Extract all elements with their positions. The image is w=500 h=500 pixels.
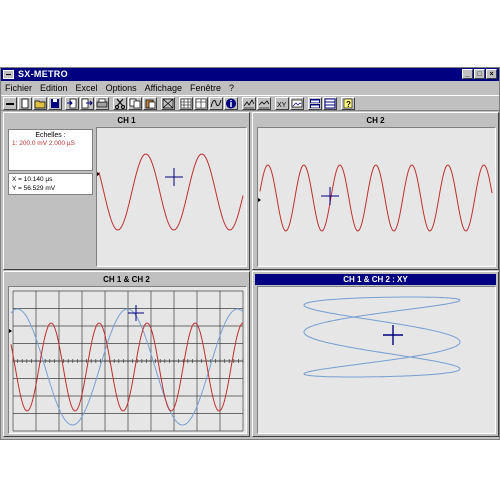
pane-ch2-title: CH 2	[366, 116, 385, 125]
cursor-readout-box: X = 10.140 µs Y = 56.529 mV	[8, 173, 93, 195]
menu-edition[interactable]: Edition	[36, 82, 72, 94]
toolbar: XY ?	[1, 95, 499, 111]
scope-xy[interactable]	[257, 286, 496, 434]
scope-ch1-ch2[interactable]	[8, 286, 247, 434]
title-bar: SX-METRO _ □ ×	[1, 68, 499, 81]
svg-text:XY: XY	[277, 102, 287, 109]
copy-icon[interactable]	[128, 97, 142, 110]
ch2-waveform-overlay	[10, 308, 244, 426]
scope-xy-svg[interactable]	[258, 287, 497, 435]
info-icon[interactable]	[224, 97, 238, 110]
menu-fenetre[interactable]: Fenêtre	[186, 82, 225, 94]
app-window: SX-METRO _ □ × Fichier Edition Excel Opt…	[0, 67, 500, 440]
scope-ch1-ch2-svg[interactable]	[9, 287, 248, 435]
system-menu-icon[interactable]	[3, 70, 14, 79]
scope-ch2-svg[interactable]	[258, 128, 497, 268]
window-title: SX-METRO	[18, 69, 68, 79]
scope-ch1-svg[interactable]	[97, 128, 248, 268]
wave-a-icon[interactable]	[242, 97, 256, 110]
trigger-marker-ch2[interactable]	[258, 198, 261, 202]
tile-v-icon[interactable]	[323, 97, 337, 110]
table-icon[interactable]	[194, 97, 208, 110]
pane-ch1[interactable]: CH 1 Echelles : 1: 200.0 mV 2.000 µS X =…	[3, 112, 250, 270]
cursor-crosshair-ch2[interactable]	[321, 187, 339, 205]
svg-text:?: ?	[346, 100, 351, 109]
cursor-x-readout: X = 10.140 µs	[12, 176, 53, 183]
pane-ch1-title: CH 1	[117, 116, 136, 125]
save-icon[interactable]	[48, 97, 62, 110]
scales-box: Echelles : 1: 200.0 mV 2.000 µS	[8, 129, 93, 171]
menu-affichage[interactable]: Affichage	[141, 82, 186, 94]
zoom-icon[interactable]	[161, 97, 175, 110]
minimize-button[interactable]: _	[462, 69, 473, 79]
import-icon[interactable]	[65, 97, 79, 110]
cursor-crosshair-xy[interactable]	[383, 325, 403, 345]
minus-icon[interactable]	[3, 97, 17, 110]
scales-heading: Echelles :	[35, 132, 66, 139]
pane-ch1-ch2[interactable]: CH 1 & CH 2	[3, 271, 250, 437]
scope-ch2[interactable]	[257, 127, 496, 267]
new-icon[interactable]	[18, 97, 32, 110]
pane-ch1-ch2-title: CH 1 & CH 2	[103, 275, 150, 284]
print-icon[interactable]	[95, 97, 109, 110]
trigger-marker-dual[interactable]	[9, 329, 12, 333]
menu-help[interactable]: ?	[225, 82, 238, 94]
curve-icon[interactable]	[209, 97, 223, 110]
grid-icon[interactable]	[179, 97, 193, 110]
maximize-button[interactable]: □	[474, 69, 485, 79]
close-button[interactable]: ×	[486, 69, 497, 79]
paste-icon[interactable]	[143, 97, 157, 110]
xy-icon[interactable]: XY	[275, 97, 289, 110]
cursor-crosshair-ch1[interactable]	[165, 168, 183, 186]
help-icon[interactable]: ?	[341, 97, 355, 110]
menu-bar: Fichier Edition Excel Options Affichage …	[1, 82, 499, 94]
menu-fichier[interactable]: Fichier	[1, 82, 36, 94]
cursor-y-readout: Y = 56.529 mV	[12, 185, 56, 192]
info-panel: Echelles : 1: 200.0 mV 2.000 µS X = 10.1…	[8, 129, 93, 239]
pane-xy-title: CH 1 & CH 2 : XY	[255, 274, 496, 285]
ch1-waveform	[98, 153, 244, 231]
scales-ch1-value: 1: 200.0 mV 2.000 µS	[12, 140, 76, 147]
tile-h-icon[interactable]	[308, 97, 322, 110]
pane-xy[interactable]: CH 1 & CH 2 : XY	[252, 271, 499, 437]
photo-icon[interactable]	[290, 97, 304, 110]
cut-icon[interactable]	[113, 97, 127, 110]
export-icon[interactable]	[80, 97, 94, 110]
ch1-waveform-overlay	[10, 322, 244, 412]
scope-grid	[12, 290, 244, 432]
ch2-waveform	[259, 164, 493, 232]
scope-ch1[interactable]	[96, 127, 247, 267]
menu-options[interactable]: Options	[102, 82, 141, 94]
pane-ch2[interactable]: CH 2	[252, 112, 499, 270]
open-icon[interactable]	[33, 97, 47, 110]
cursor-crosshair-dual[interactable]	[128, 305, 144, 321]
menu-excel[interactable]: Excel	[72, 82, 102, 94]
xy-lissajous	[303, 296, 461, 378]
wave-b-icon[interactable]	[257, 97, 271, 110]
